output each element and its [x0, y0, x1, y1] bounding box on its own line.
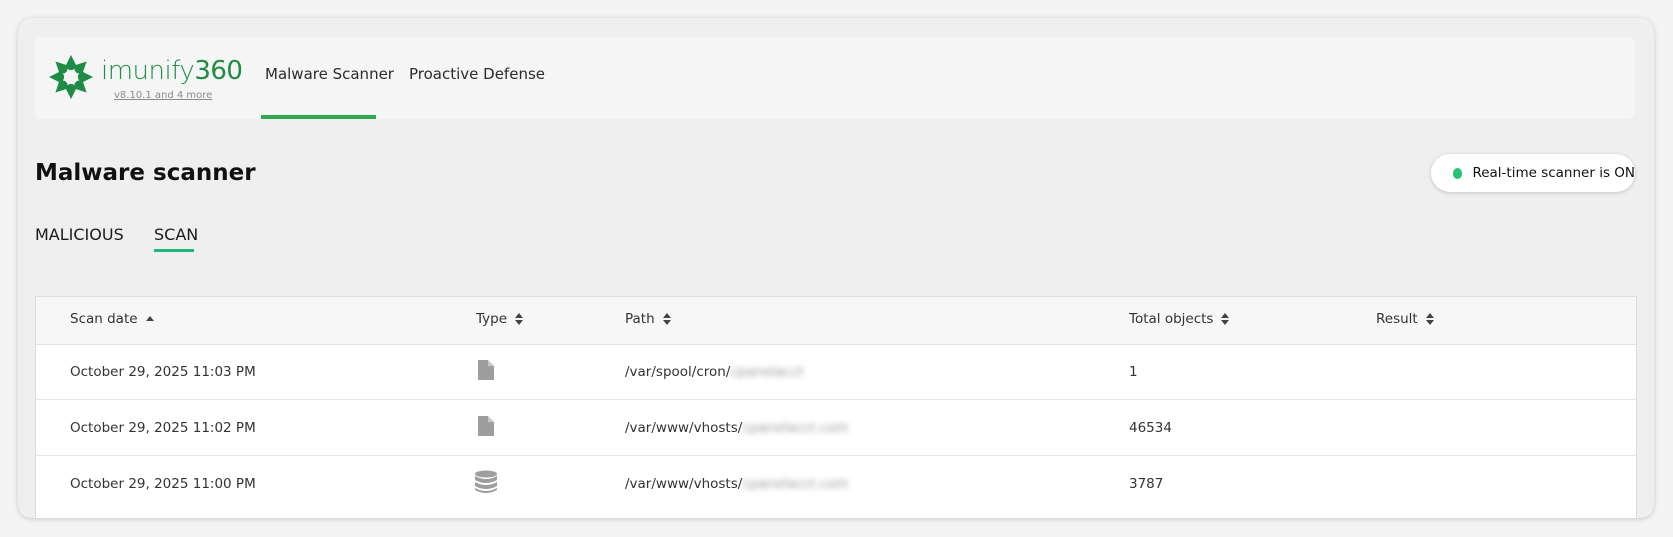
- tab-active-indicator: [261, 115, 376, 119]
- scan-date-cell: October 29, 2025 11:00 PM: [70, 476, 256, 492]
- page-title: Malware scanner: [35, 160, 256, 186]
- table-row[interactable]: October 29, 2025 11:03 PM /var/spool/cro…: [36, 344, 1636, 400]
- path-cell: /var/www/vhosts/cpanelacct.com: [625, 476, 849, 492]
- file-icon: [478, 416, 494, 436]
- tab-malware-scanner[interactable]: Malware Scanner: [265, 65, 394, 83]
- realtime-scanner-label: Real-time scanner is ON: [1472, 165, 1635, 181]
- sort-icon: [662, 313, 671, 325]
- scan-date-cell: October 29, 2025 11:02 PM: [70, 420, 256, 436]
- version-link[interactable]: v8.10.1 and 4 more: [114, 90, 212, 101]
- column-label: Total objects: [1129, 311, 1214, 327]
- database-icon: [475, 470, 497, 493]
- status-dot-icon: [1453, 167, 1463, 179]
- column-label: Type: [476, 311, 508, 327]
- total-objects-cell: 46534: [1129, 420, 1172, 436]
- column-header-scan-date[interactable]: Scan date: [70, 311, 154, 327]
- column-label: Path: [625, 311, 655, 327]
- tab-proactive-defense[interactable]: Proactive Defense: [409, 65, 545, 83]
- sort-ascending-icon: [145, 316, 154, 321]
- subtab-scan[interactable]: SCAN: [154, 225, 198, 244]
- path-text: /var/www/vhosts/: [625, 476, 743, 492]
- path-text: /var/www/vhosts/: [625, 420, 743, 436]
- app-window: imunify360 v8.10.1 and 4 more Malware Sc…: [18, 18, 1654, 518]
- scan-history-table: Scan date Type Path Total objects Result…: [35, 296, 1637, 518]
- total-objects-cell: 1: [1129, 364, 1138, 380]
- column-header-result[interactable]: Result: [1376, 311, 1434, 327]
- table-header: Scan date Type Path Total objects Result: [36, 297, 1636, 345]
- redacted-path-text: cpanelacct.com: [742, 420, 849, 436]
- table-row[interactable]: October 29, 2025 11:02 PM /var/www/vhost…: [36, 400, 1636, 456]
- sort-icon: [515, 313, 524, 325]
- column-label: Scan date: [70, 311, 138, 327]
- redacted-path-text: cpanelacct.com: [742, 476, 849, 492]
- subtab-malicious[interactable]: MALICIOUS: [35, 225, 124, 244]
- column-header-total-objects[interactable]: Total objects: [1129, 311, 1230, 327]
- path-cell: /var/www/vhosts/cpanelacct.com: [625, 420, 849, 436]
- column-header-path[interactable]: Path: [625, 311, 671, 327]
- table-row[interactable]: October 29, 2025 11:00 PM /var/www/vhost…: [36, 456, 1636, 511]
- brand-name: imunify360: [101, 56, 243, 86]
- subtab-active-indicator: [154, 249, 194, 252]
- column-header-type[interactable]: Type: [476, 311, 524, 327]
- imunify-logo-icon: [49, 55, 93, 99]
- top-navigation-bar: imunify360 v8.10.1 and 4 more Malware Sc…: [35, 37, 1635, 119]
- column-label: Result: [1376, 311, 1418, 327]
- brand-name-bold: 360: [194, 56, 243, 86]
- sort-icon: [1221, 313, 1230, 325]
- path-cell: /var/spool/cron/cpanelacct: [625, 364, 804, 380]
- brand-name-light: imunify: [101, 56, 195, 86]
- scan-date-cell: October 29, 2025 11:03 PM: [70, 364, 256, 380]
- sort-icon: [1425, 313, 1434, 325]
- file-icon: [478, 360, 494, 380]
- total-objects-cell: 3787: [1129, 476, 1164, 492]
- redacted-path-text: cpanelacct: [730, 364, 804, 380]
- imunify360-logo[interactable]: imunify360 v8.10.1 and 4 more: [47, 53, 243, 103]
- path-text: /var/spool/cron/: [625, 364, 731, 380]
- realtime-scanner-status[interactable]: Real-time scanner is ON: [1431, 154, 1635, 192]
